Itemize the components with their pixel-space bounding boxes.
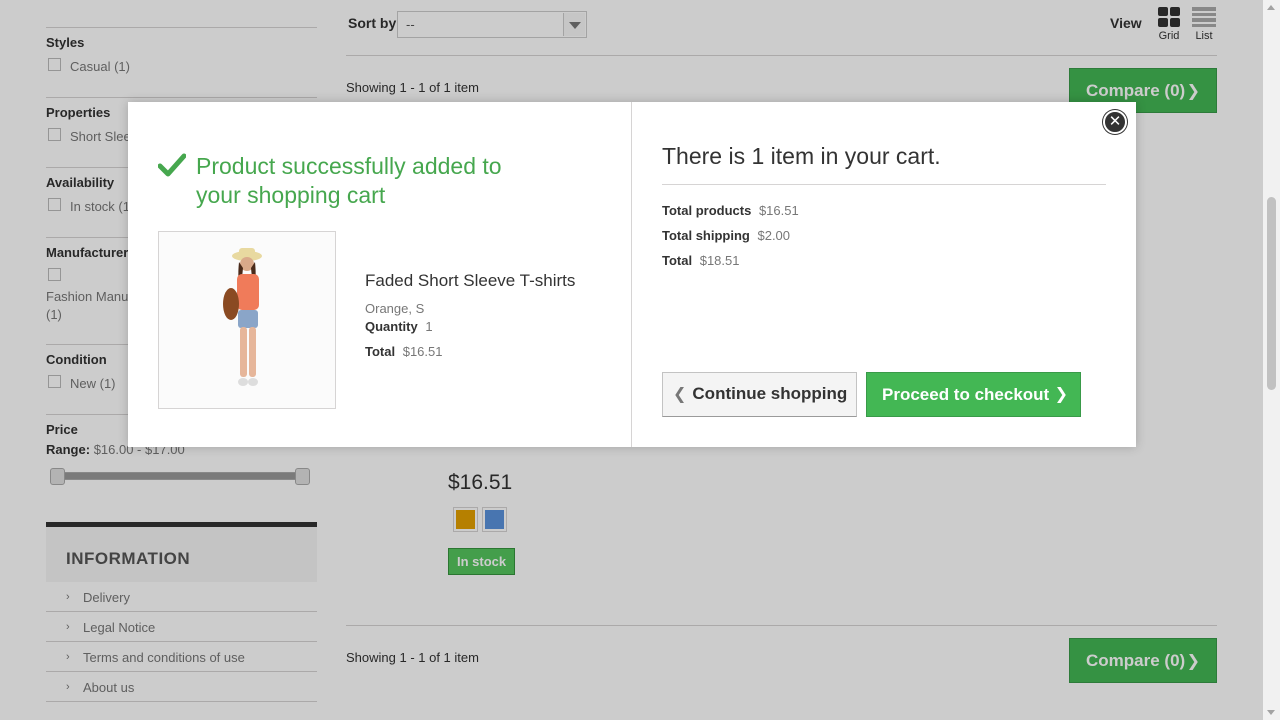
continue-shopping-button[interactable]: ❮ Continue shopping [662, 372, 857, 417]
model-figure-icon [223, 248, 262, 386]
product-attributes: Orange, S [365, 301, 425, 316]
scrollbar-thumb[interactable] [1267, 197, 1276, 390]
quantity-value: 1 [425, 319, 433, 334]
total-shipping-label: Total shipping [662, 228, 750, 243]
close-icon[interactable]: ✕ [1103, 110, 1127, 134]
scroll-down-icon[interactable] [1267, 710, 1275, 715]
checkmark-icon [157, 152, 187, 185]
total-products-label: Total products [662, 203, 752, 218]
cart-total-line: Total $18.51 [662, 253, 739, 268]
proceed-to-checkout-label: Proceed to checkout [882, 385, 1050, 404]
product-total-value: $16.51 [402, 344, 443, 359]
scroll-up-icon[interactable] [1267, 5, 1275, 10]
page-background: Styles Casual (1) Properties Short Sleev… [0, 0, 1280, 720]
product-total-label: Total [365, 344, 396, 359]
cart-total-label: Total [662, 253, 693, 268]
product-image [158, 231, 336, 409]
chevron-left-icon: ❮ [673, 386, 687, 403]
product-quantity: Quantity 1 [365, 319, 433, 334]
product-total: Total $16.51 [365, 344, 442, 359]
cart-summary-panel: There is 1 item in your cart. Total prod… [632, 102, 1136, 447]
total-products-value: $16.51 [758, 203, 799, 218]
continue-shopping-label: Continue shopping [692, 384, 848, 403]
divider [662, 184, 1106, 185]
product-name: Faded Short Sleeve T-shirts [365, 271, 576, 290]
add-to-cart-modal: Product successfully added to your shopp… [128, 102, 1136, 447]
cart-total-value: $18.51 [699, 253, 740, 268]
success-text: Product successfully added to your shopp… [196, 153, 502, 208]
total-shipping-line: Total shipping $2.00 [662, 228, 790, 243]
chevron-right-icon: ❯ [1054, 386, 1068, 403]
proceed-to-checkout-button[interactable]: Proceed to checkout ❯ [866, 372, 1081, 417]
added-product-panel: Product successfully added to your shopp… [128, 102, 632, 447]
total-products-line: Total products $16.51 [662, 203, 799, 218]
cart-summary-title: There is 1 item in your cart. [662, 143, 941, 169]
page-scrollbar[interactable] [1263, 0, 1280, 720]
quantity-label: Quantity [365, 319, 418, 334]
total-shipping-value: $2.00 [757, 228, 791, 243]
